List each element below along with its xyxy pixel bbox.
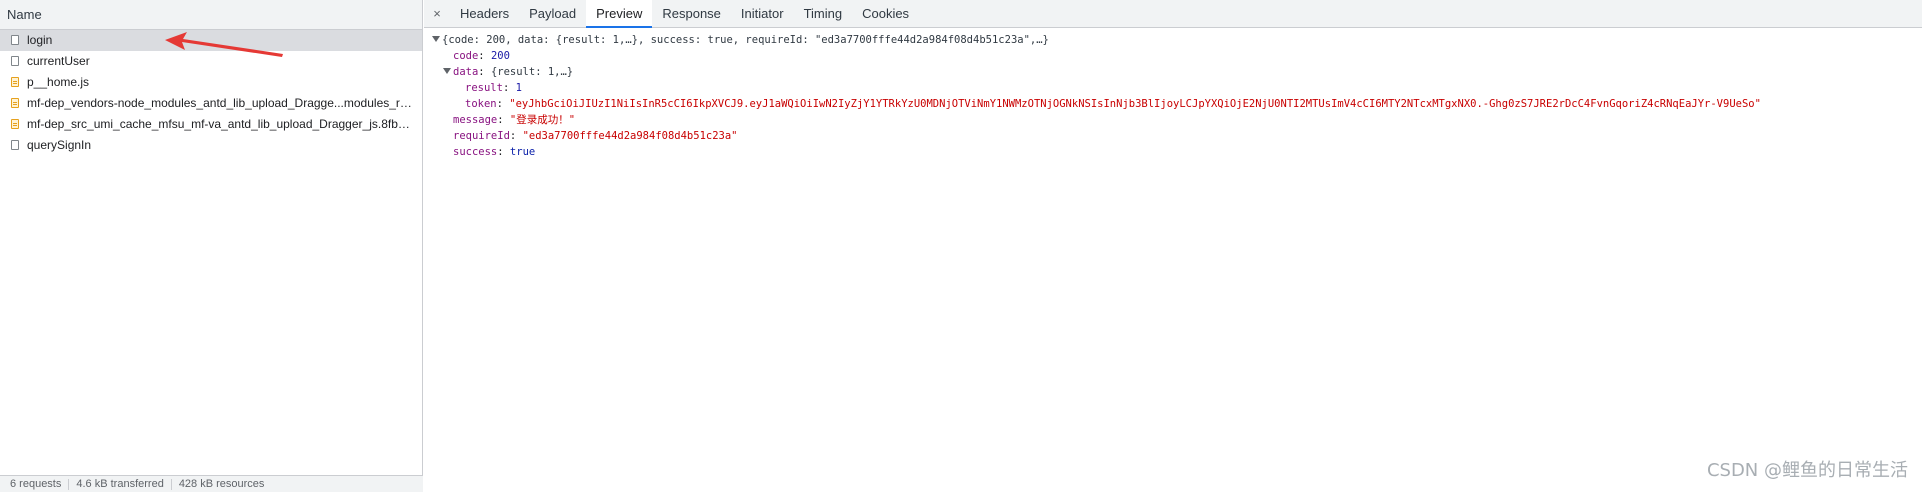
tab-payload[interactable]: Payload	[519, 0, 586, 27]
request-name: currentUser	[27, 54, 90, 68]
json-value: 1	[515, 82, 522, 94]
json-preview: {code: 200, data: {result: 1,…}, success…	[424, 28, 1922, 160]
request-row[interactable]: querySignIn	[0, 135, 422, 156]
csdn-watermark: CSDN @鲤鱼的日常生活	[1706, 460, 1908, 481]
tab-timing[interactable]: Timing	[794, 0, 853, 27]
request-row[interactable]: currentUser	[0, 51, 422, 72]
json-value: 200	[490, 50, 510, 62]
status-divider	[68, 478, 70, 490]
request-row[interactable]: p__home.js	[0, 72, 422, 93]
json-value: "登录成功！"	[509, 114, 576, 126]
tab-headers[interactable]: Headers	[450, 0, 519, 27]
json-key: requireId	[453, 130, 510, 142]
json-value: "ed3a7700fffe44d2a984f08d4b51c23a"	[522, 130, 738, 142]
resources-size: 428 kB resources	[178, 478, 265, 490]
script-file-icon	[11, 119, 19, 129]
tab-preview[interactable]: Preview	[586, 0, 653, 28]
request-name: querySignIn	[27, 138, 92, 152]
request-row[interactable]: mf-dep_src_umi_cache_mfsu_mf-va_antd_lib…	[0, 114, 422, 135]
request-name: mf-dep_vendors-node_modules_antd_lib_upl…	[27, 96, 415, 110]
network-status-bar: 6 requests 4.6 kB transferred 428 kB resou…	[0, 475, 423, 492]
details-tabs: Headers Payload Preview Response Initiator Ti…	[450, 0, 919, 28]
close-icon[interactable]: ×	[424, 0, 450, 27]
script-file-icon	[11, 77, 19, 87]
json-value: true	[509, 146, 536, 158]
json-requireid-line: requireId: "ed3a7700fffe44d2a984f08d4b51…	[453, 130, 738, 142]
status-divider	[170, 478, 172, 490]
document-file-icon	[11, 35, 19, 45]
request-name: mf-dep_src_umi_cache_mfsu_mf-va_antd_lib…	[27, 117, 415, 131]
name-column-header[interactable]: Name	[0, 0, 422, 30]
tab-cookies[interactable]: Cookies	[852, 0, 919, 27]
json-key: result	[465, 82, 503, 94]
devtools-network-panel: Name login currentUser p__home.js mf-dep_ve…	[0, 0, 1922, 492]
request-row[interactable]: mf-dep_vendors-node_modules_antd_lib_upl…	[0, 93, 422, 114]
json-root-summary: {code: 200, data: {result: 1,…}, success…	[442, 34, 1049, 46]
json-root-line[interactable]: {code: 200, data: {result: 1,…}, success…	[424, 32, 1922, 48]
request-list-pane: Name login currentUser p__home.js mf-dep_ve…	[0, 0, 423, 492]
json-key: data	[453, 66, 479, 78]
script-file-icon	[11, 98, 19, 108]
tab-initiator[interactable]: Initiator	[731, 0, 794, 27]
json-data-line[interactable]: data: {result: 1,…}	[424, 64, 1922, 80]
document-file-icon	[11, 56, 19, 66]
json-token-line: token: "eyJhbGciOiJIUzI1NiIsInR5cCI6IkpX…	[465, 98, 1761, 110]
request-count: 6 requests	[10, 478, 62, 490]
transferred-size: 4.6 kB transferred	[76, 478, 164, 490]
tab-response[interactable]: Response	[652, 0, 731, 27]
details-tabbar: × Headers Payload Preview Response Initiator…	[424, 0, 1922, 28]
json-key: success	[453, 146, 498, 158]
request-row[interactable]: login	[0, 30, 422, 51]
json-data-summary: {result: 1,…}	[490, 66, 574, 78]
json-success-line: success: true	[453, 146, 536, 158]
json-code-line: code: 200	[453, 50, 510, 62]
request-list: login currentUser p__home.js mf-dep_vendors…	[0, 30, 422, 156]
expand-triangle-icon[interactable]	[443, 68, 451, 74]
json-message-line: message: "登录成功！"	[453, 114, 576, 126]
document-file-icon	[11, 140, 19, 150]
request-name: p__home.js	[27, 75, 90, 89]
expand-triangle-icon[interactable]	[432, 36, 440, 42]
json-value: "eyJhbGciOiJIUzI1NiIsInR5cCI6IkpXVCJ9.ey…	[509, 98, 1761, 110]
request-name: login	[27, 33, 53, 47]
request-details-pane: × Headers Payload Preview Response Initiator…	[424, 0, 1922, 492]
json-key: message	[453, 114, 498, 126]
json-key: code	[453, 50, 479, 62]
json-key: token	[465, 98, 497, 110]
json-result-line: result: 1	[465, 82, 522, 94]
